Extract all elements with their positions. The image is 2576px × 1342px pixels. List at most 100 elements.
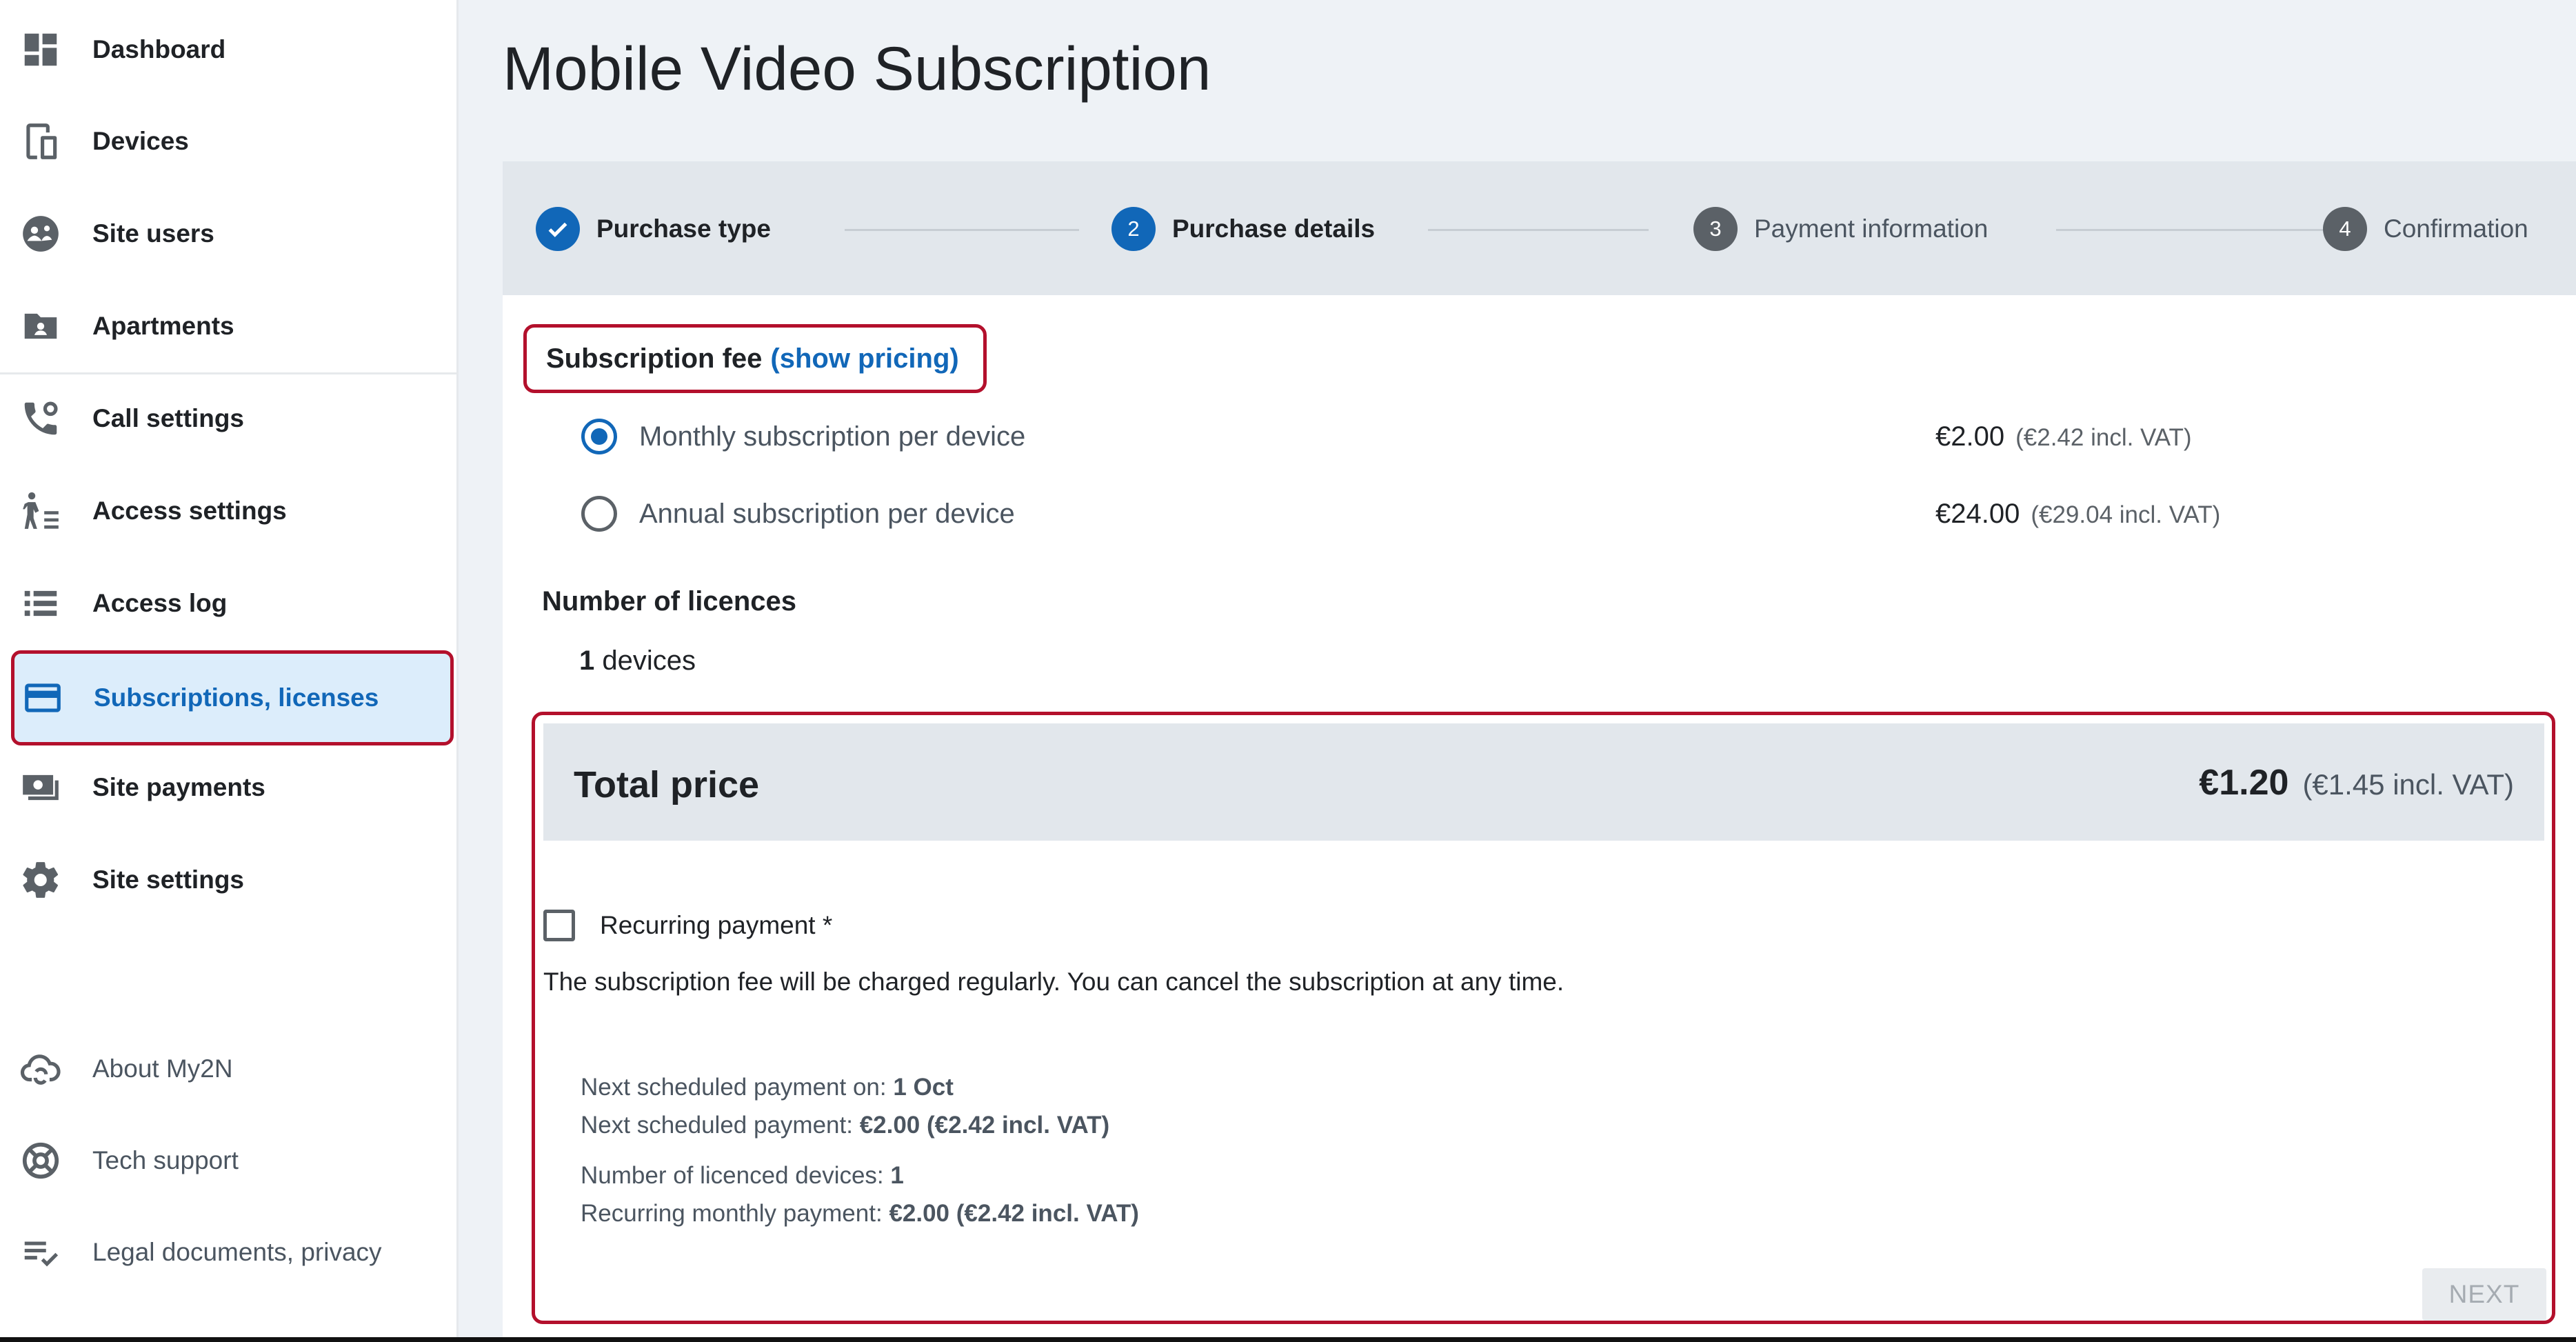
credit-card-icon [21, 677, 64, 719]
price-vat: (€2.42 incl. VAT) [2015, 423, 2192, 451]
sidebar-item-label: Dashboard [92, 35, 226, 63]
total-vat: (€1.45 incl. VAT) [2302, 768, 2514, 801]
show-pricing-link[interactable]: (show pricing) [770, 343, 958, 374]
sidebar-item-call-settings[interactable]: Call settings [10, 374, 454, 463]
gear-icon [19, 859, 62, 901]
page-title: Mobile Video Subscription [503, 34, 1211, 103]
next-button[interactable]: NEXT [2422, 1268, 2546, 1321]
step-connector [1428, 229, 1649, 231]
sidebar-item-devices[interactable]: Devices [10, 97, 454, 186]
step-payment-information[interactable]: 3 Payment information [1693, 206, 1988, 252]
info-value: €2.00 (€2.42 incl. VAT) [859, 1112, 1110, 1139]
price-vat: (€29.04 incl. VAT) [2031, 501, 2221, 528]
licenced-devices-count: Number of licenced devices: 1 [581, 1162, 904, 1190]
recurring-payment-label: Recurring payment * [600, 911, 833, 939]
licences-unit: devices [602, 645, 696, 676]
licences-count: 1 devices [579, 645, 696, 677]
price-value: €2.00 [1935, 421, 2005, 452]
step-confirmation[interactable]: 4 Confirmation [2323, 206, 2528, 252]
sidebar-item-about[interactable]: About My2N [10, 1025, 454, 1113]
sidebar-item-site-settings[interactable]: Site settings [10, 836, 454, 924]
info-label: Recurring monthly payment: [581, 1200, 883, 1227]
step-label: Payment information [1754, 214, 1989, 243]
sidebar-item-label: Apartments [92, 312, 234, 340]
dashboard-icon [19, 28, 62, 71]
step-number: 4 [2323, 207, 2367, 251]
sidebar-item-label: Tech support [92, 1146, 239, 1174]
option-price: €2.00 (€2.42 incl. VAT) [1935, 421, 2192, 452]
main-content: Mobile Video Subscription Purchase type … [459, 0, 2576, 1337]
sidebar-item-access-settings[interactable]: Access settings [10, 467, 454, 555]
next-payment-amount: Next scheduled payment: €2.00 (€2.42 inc… [581, 1112, 1109, 1139]
info-label: Next scheduled payment: [581, 1112, 853, 1139]
step-purchase-details[interactable]: 2 Purchase details [1111, 206, 1375, 252]
sidebar-item-label: About My2N [92, 1054, 233, 1083]
sidebar-item-label: Access log [92, 589, 228, 617]
recurring-monthly-payment: Recurring monthly payment: €2.00 (€2.42 … [581, 1200, 1139, 1228]
info-label: Number of licenced devices: [581, 1162, 884, 1189]
step-label: Confirmation [2384, 214, 2528, 243]
option-label: Monthly subscription per device [639, 421, 1026, 452]
step-number: 2 [1111, 207, 1156, 251]
step-connector [2056, 229, 2353, 231]
total-price: €1.20 (€1.45 incl. VAT) [2199, 762, 2514, 803]
subscription-fee-title: Subscription fee [546, 343, 763, 374]
info-value: 1 [890, 1162, 904, 1189]
annual-subscription-option[interactable]: Annual subscription per device €24.00 (€2… [581, 493, 2576, 534]
step-purchase-type[interactable]: Purchase type [536, 206, 771, 252]
step-number: 3 [1693, 207, 1738, 251]
total-price-bar: Total price €1.20 (€1.45 incl. VAT) [543, 723, 2544, 841]
sidebar: Dashboard Devices Site users Apartments … [0, 0, 459, 1337]
sidebar-item-label: Subscriptions, licenses [94, 683, 379, 712]
monthly-radio[interactable] [581, 419, 617, 454]
list-check-icon [19, 1231, 62, 1274]
access-log-icon [19, 582, 62, 625]
cloud-sync-icon [19, 1048, 62, 1090]
sidebar-item-label: Site users [92, 219, 214, 248]
sidebar-item-legal[interactable]: Legal documents, privacy [10, 1208, 454, 1296]
site-users-icon [19, 212, 62, 255]
subscription-fee-header: Subscription fee (show pricing) [523, 324, 987, 393]
sidebar-item-apartments[interactable]: Apartments [10, 282, 454, 370]
info-value: 1 Oct [893, 1074, 954, 1101]
sidebar-item-label: Devices [92, 127, 189, 155]
option-label: Annual subscription per device [639, 498, 1015, 529]
sidebar-item-label: Site settings [92, 865, 244, 894]
purchase-details-card: Subscription fee (show pricing) Monthly … [503, 295, 2576, 1337]
info-value: €2.00 (€2.42 incl. VAT) [889, 1200, 1139, 1227]
sidebar-item-access-log[interactable]: Access log [10, 559, 454, 648]
sidebar-item-site-payments[interactable]: Site payments [10, 743, 454, 832]
option-price: €24.00 (€29.04 incl. VAT) [1935, 499, 2220, 530]
sidebar-item-label: Call settings [92, 404, 244, 432]
price-value: €24.00 [1935, 498, 2020, 529]
info-label: Next scheduled payment on: [581, 1074, 887, 1101]
sidebar-item-site-users[interactable]: Site users [10, 190, 454, 278]
step-label: Purchase details [1172, 214, 1376, 243]
window-bottom-edge [0, 1337, 2576, 1342]
next-payment-date: Next scheduled payment on: 1 Oct [581, 1074, 954, 1101]
recurring-payment-checkbox[interactable] [543, 910, 575, 941]
step-connector [845, 229, 1079, 231]
licences-number: 1 [579, 645, 595, 676]
sidebar-item-dashboard[interactable]: Dashboard [10, 6, 454, 94]
stepper: Purchase type 2 Purchase details 3 Payme… [503, 161, 2576, 295]
sidebar-item-label: Site payments [92, 773, 265, 801]
step-label: Purchase type [596, 214, 771, 243]
sidebar-item-label: Access settings [92, 497, 287, 525]
check-icon [536, 207, 580, 251]
site-payments-icon [19, 766, 62, 809]
sidebar-item-subscriptions[interactable]: Subscriptions, licenses [11, 650, 454, 745]
recurring-payment-option[interactable]: Recurring payment * [543, 905, 832, 946]
recurring-payment-note: The subscription fee will be charged reg… [543, 968, 1564, 996]
total-amount: €1.20 [2199, 763, 2289, 803]
annual-radio[interactable] [581, 496, 617, 532]
monthly-subscription-option[interactable]: Monthly subscription per device €2.00 (€2… [581, 416, 2576, 457]
apartments-icon [19, 305, 62, 348]
total-price-label: Total price [574, 764, 760, 805]
licences-title: Number of licences [542, 586, 797, 617]
access-settings-icon [19, 490, 62, 532]
call-settings-icon [19, 397, 62, 440]
devices-icon [19, 120, 62, 163]
lifebuoy-icon [19, 1139, 62, 1182]
sidebar-item-tech-support[interactable]: Tech support [10, 1116, 454, 1205]
